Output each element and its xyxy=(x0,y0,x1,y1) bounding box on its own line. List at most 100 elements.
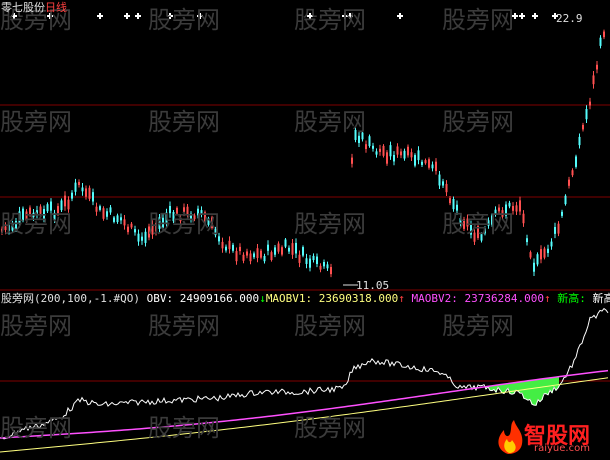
candle-body xyxy=(232,244,234,251)
candle-body xyxy=(379,148,381,152)
watermark: 股旁网 xyxy=(442,210,514,238)
candle-body xyxy=(424,160,427,164)
indicator-header: 股旁网(200,100,-1.#QO) OBV: 24909166.000↓MA… xyxy=(1,292,610,305)
candle-body xyxy=(421,161,423,165)
candle-body xyxy=(442,181,444,186)
candle-body xyxy=(305,258,308,264)
candle-body xyxy=(543,248,546,258)
candle-body xyxy=(274,247,276,255)
xingao1-label: 新高1: xyxy=(592,292,610,305)
candle-body xyxy=(323,262,325,267)
candle-body xyxy=(529,252,532,258)
candle-body xyxy=(596,64,598,70)
chart-title: 零七股份日线 xyxy=(1,1,67,14)
event-marker xyxy=(532,13,538,19)
candle-body xyxy=(536,254,539,265)
candle-body xyxy=(319,265,322,270)
candle-body xyxy=(92,192,94,202)
candle-body xyxy=(71,192,73,199)
xingao-label: 新高: xyxy=(557,292,586,305)
candle-body xyxy=(85,188,87,197)
watermark: 股旁网 xyxy=(148,6,220,34)
obv-value: OBV: 24909166.000 xyxy=(146,292,260,305)
candle-body xyxy=(540,249,542,260)
candle-body xyxy=(134,229,136,233)
candle-body xyxy=(116,215,119,223)
candle-body xyxy=(312,255,315,261)
candle-body xyxy=(239,246,241,252)
watermark: 股旁网 xyxy=(294,312,366,340)
candle-body xyxy=(547,248,549,253)
watermark: 股旁网 xyxy=(0,312,72,340)
candle-body xyxy=(438,174,441,186)
candle-body xyxy=(351,157,353,164)
candle-body xyxy=(291,243,294,255)
candle-body xyxy=(568,179,570,186)
candle-body xyxy=(582,124,584,130)
candle-body xyxy=(130,223,133,228)
candle-body xyxy=(102,208,105,219)
candle-body xyxy=(599,37,602,46)
candle-body xyxy=(589,101,591,106)
candle-body xyxy=(81,187,84,192)
candle-body xyxy=(550,241,553,247)
candle-body xyxy=(123,219,126,226)
event-marker xyxy=(397,13,403,19)
logo-url: raiyue.com xyxy=(534,443,590,454)
candle-body xyxy=(120,217,122,221)
candle-body xyxy=(302,247,304,256)
candle-body xyxy=(141,236,143,241)
candle-body xyxy=(316,256,318,265)
candle-body xyxy=(88,187,91,199)
candle-body xyxy=(113,217,115,222)
indicator-params: (200,100,-1.#QO) xyxy=(34,292,140,305)
candle-body xyxy=(407,146,409,156)
watermark: 股旁网 xyxy=(148,108,220,136)
watermark: 股旁网 xyxy=(294,108,366,136)
candle-body xyxy=(127,226,129,233)
candle-body xyxy=(277,243,280,252)
candle-body xyxy=(526,238,528,243)
candle-body xyxy=(330,266,332,275)
candle-body xyxy=(242,254,245,261)
watermark: 股旁网 xyxy=(0,210,72,238)
stock-chart-window: 股旁网 股旁网 股旁网 股旁网 股旁网 股旁网 股旁网 股旁网 股旁网 股旁网 … xyxy=(0,0,610,460)
candle-body xyxy=(375,151,378,155)
watermark: 股旁网 xyxy=(442,6,514,34)
watermark: 股旁网 xyxy=(148,312,220,340)
watermark: 股旁网 xyxy=(148,210,220,238)
watermark: 股旁网 xyxy=(0,108,72,136)
watermark: 股旁网 xyxy=(442,312,514,340)
obv-arrow: ↓ xyxy=(259,292,266,305)
candle-body xyxy=(106,211,108,217)
candle-body xyxy=(403,150,406,159)
candle-body xyxy=(295,242,297,254)
indicator-name[interactable]: 股旁网 xyxy=(1,292,34,305)
candle-body xyxy=(365,144,367,150)
watermark: 股旁网 xyxy=(442,108,514,136)
candle-body xyxy=(389,145,392,157)
candle-body xyxy=(263,255,266,262)
event-marker xyxy=(519,13,525,19)
watermark: 股旁网 xyxy=(148,414,220,442)
period-label[interactable]: 日线 xyxy=(45,1,67,14)
candle-body xyxy=(267,244,269,251)
candle-body xyxy=(144,231,147,243)
candle-body xyxy=(260,250,262,258)
candle-body xyxy=(270,252,273,261)
candle-body xyxy=(445,183,448,193)
event-marker xyxy=(124,13,130,19)
candle-body xyxy=(522,213,525,224)
candle-body xyxy=(435,161,437,172)
watermark: 股旁网 xyxy=(294,6,366,34)
price-label: 22.9 xyxy=(556,12,583,25)
candle-body xyxy=(410,152,413,158)
candle-body xyxy=(246,251,248,256)
candle-body xyxy=(298,254,301,263)
candle-body xyxy=(533,262,535,272)
watermark: 股旁网 xyxy=(0,414,72,442)
candle-body xyxy=(554,227,556,234)
candle-body xyxy=(326,264,329,269)
candle-body xyxy=(561,211,563,216)
candle-body xyxy=(256,248,259,259)
